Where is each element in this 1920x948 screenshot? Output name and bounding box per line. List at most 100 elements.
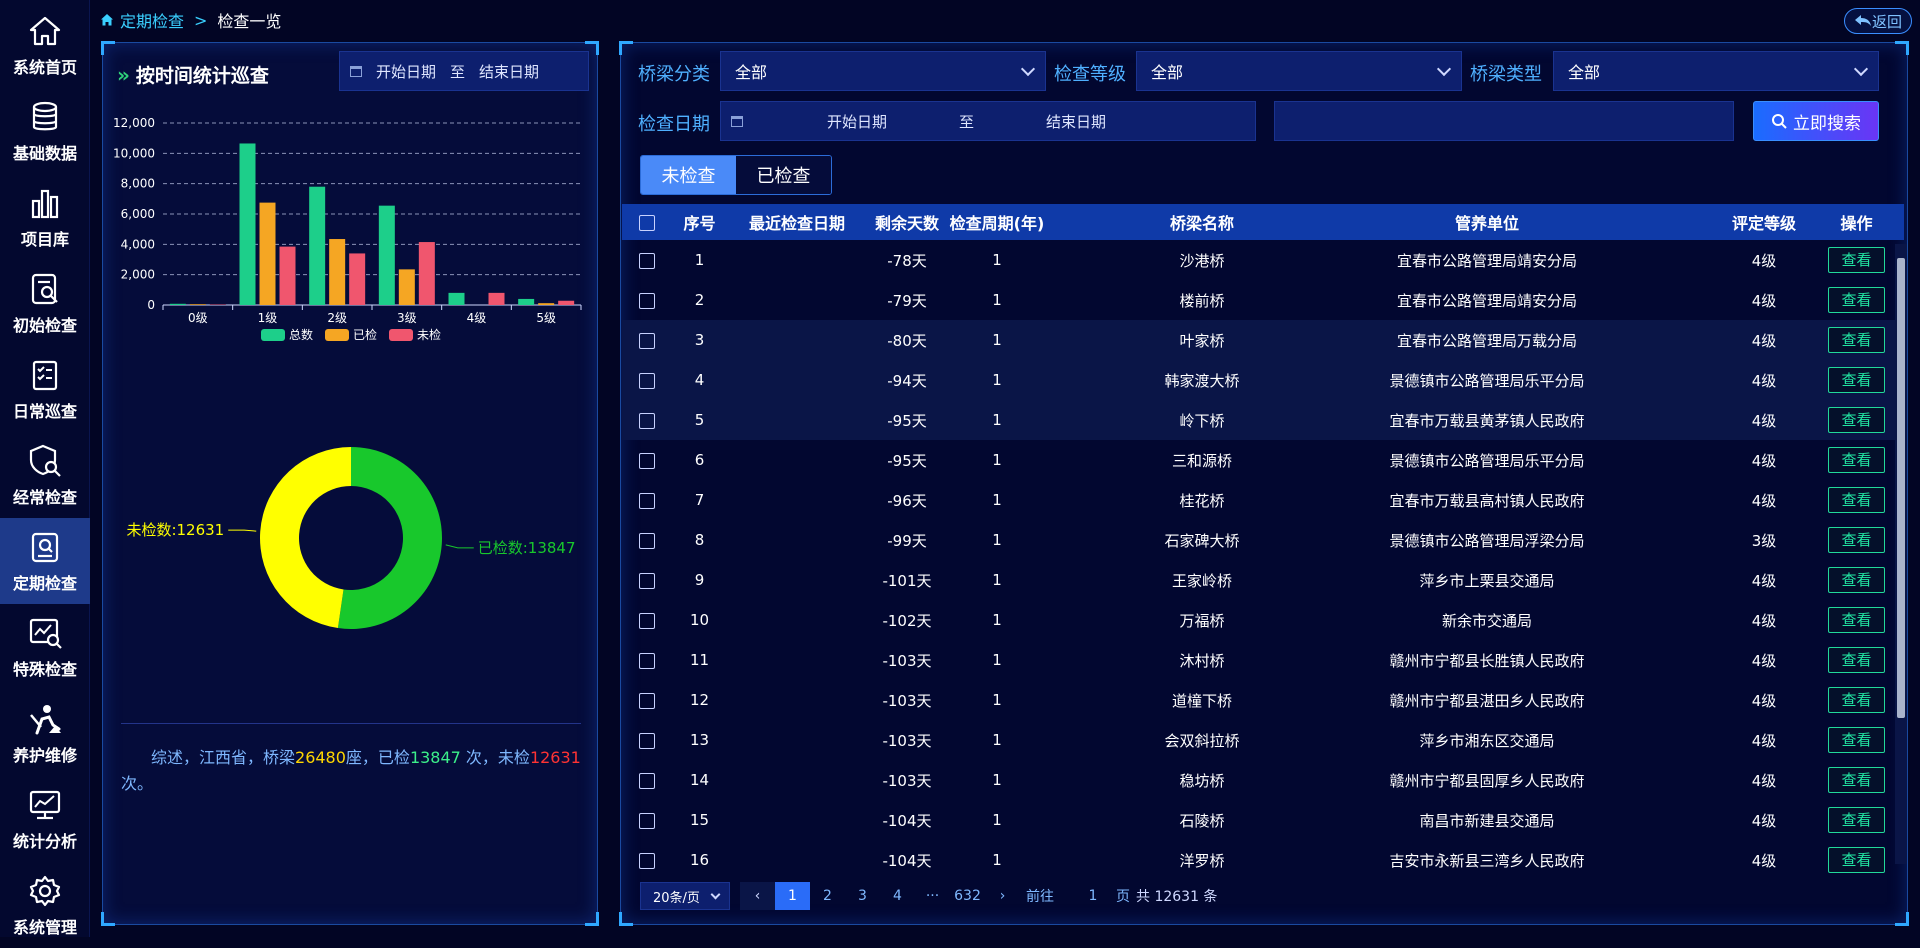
view-button[interactable]: 查看 [1828,407,1885,433]
table-row[interactable]: 16-104天1洋罗桥吉安市永新县三湾乡人民政府4级查看 [622,840,1904,880]
category-select[interactable]: 全部 [720,51,1046,91]
row-unit: 吉安市永新县三湾乡人民政府 [1357,840,1617,880]
sidebar-item-10[interactable]: 系统管理 [0,862,90,948]
page-4[interactable]: 4 [880,882,915,910]
row-checkbox[interactable] [639,573,655,589]
view-button[interactable]: 查看 [1828,567,1885,593]
view-button[interactable]: 查看 [1828,607,1885,633]
row-checkbox[interactable] [639,853,655,869]
sidebar-item-3[interactable]: 初始检查 [0,260,90,346]
table-row[interactable]: 10-102天1万福桥新余市交通局4级查看 [622,600,1904,640]
prev-page-button[interactable]: ‹ [740,882,775,910]
page-3[interactable]: 3 [845,882,880,910]
row-action-cell: 查看 [1809,600,1904,640]
row-checkbox[interactable] [639,413,655,429]
level-label: 检查等级 [1054,60,1126,86]
table-row[interactable]: 14-103天1稳坊桥赣州市宁都县固厚乡人民政府4级查看 [622,760,1904,800]
row-checkbox[interactable] [639,293,655,309]
view-button[interactable]: 查看 [1828,287,1885,313]
view-button[interactable]: 查看 [1828,727,1885,753]
table-row[interactable]: 12-103天1道橦下桥赣州市宁都县湛田乡人民政府4级查看 [622,680,1904,720]
table-row[interactable]: 6-95天1三和源桥景德镇市公路管理局乐平分局4级查看 [622,440,1904,480]
view-button[interactable]: 查看 [1828,807,1885,833]
sidebar-item-8[interactable]: 养护维修 [0,690,90,776]
row-checkbox[interactable] [639,733,655,749]
view-button[interactable]: 查看 [1828,247,1885,273]
table-row[interactable]: 1-78天1沙港桥宜春市公路管理局靖安分局4级查看 [622,240,1904,280]
filter-date-range[interactable]: 开始日期 至 结束日期 [720,101,1256,141]
row-checkbox[interactable] [639,693,655,709]
view-button[interactable]: 查看 [1828,527,1885,553]
y-tick-label: 2,000 [121,268,155,282]
filter-end-date[interactable]: 结束日期 [1046,111,1106,132]
row-cycle: 1 [947,280,1047,320]
sidebar-item-label: 经常检查 [13,484,77,508]
view-button[interactable]: 查看 [1828,367,1885,393]
goto-input[interactable]: 1 [1078,888,1108,904]
sidebar-item-6[interactable]: 定期检查 [0,518,90,604]
tab-checked[interactable]: 已检查 [736,156,831,194]
page-last[interactable]: 632 [950,882,985,910]
home-icon [27,13,63,49]
sidebar-item-4[interactable]: 日常巡查 [0,346,90,432]
sidebar-item-9[interactable]: 统计分析 [0,776,90,862]
inspection-table: 序号 最近检查日期 剩余天数 检查周期(年) 桥梁名称 管养单位 评定等级 操作… [622,204,1904,880]
table-row[interactable]: 8-99天1石家碑大桥景德镇市公路管理局浮梁分局3级查看 [622,520,1904,560]
table-row[interactable]: 9-101天1王家岭桥萍乡市上栗县交通局4级查看 [622,560,1904,600]
table-scrollbar[interactable] [1895,244,1907,864]
table-row[interactable]: 11-103天1沐村桥赣州市宁都县长胜镇人民政府4级查看 [622,640,1904,680]
view-button[interactable]: 查看 [1828,687,1885,713]
table-row[interactable]: 5-95天1岭下桥宜春市万载县黄茅镇人民政府4级查看 [622,400,1904,440]
table-row[interactable]: 2-79天1楼前桥宜春市公路管理局靖安分局4级查看 [622,280,1904,320]
table-row[interactable]: 4-94天1韩家渡大桥景德镇市公路管理局乐平分局4级查看 [622,360,1904,400]
search-button[interactable]: 立即搜索 [1753,101,1879,141]
table-row[interactable]: 15-104天1石陵桥南昌市新建县交通局4级查看 [622,800,1904,840]
row-checkbox[interactable] [639,773,655,789]
row-last-date [727,280,867,320]
page-size-select[interactable]: 20条/页 [640,882,730,910]
row-checkbox[interactable] [639,493,655,509]
stats-start-date[interactable]: 开始日期 [376,61,436,82]
filter-start-date[interactable]: 开始日期 [827,111,887,132]
table-row[interactable]: 13-103天1会双斜拉桥萍乡市湘东区交通局4级查看 [622,720,1904,760]
page-2[interactable]: 2 [810,882,845,910]
row-remaining: -95天 [867,440,947,480]
table-row[interactable]: 7-96天1桂花桥宜春市万载县高村镇人民政府4级查看 [622,480,1904,520]
sidebar-item-7[interactable]: 特殊检查 [0,604,90,690]
keyword-input[interactable] [1274,101,1734,141]
tab-unchecked[interactable]: 未检查 [641,156,736,194]
row-checkbox[interactable] [639,813,655,829]
view-button[interactable]: 查看 [1828,647,1885,673]
page-1[interactable]: 1 [775,882,810,910]
select-all-checkbox[interactable] [639,215,655,231]
view-button[interactable]: 查看 [1828,327,1885,353]
table-row[interactable]: 3-80天1叶家桥宜春市公路管理局万载分局4级查看 [622,320,1904,360]
row-checkbox[interactable] [639,453,655,469]
view-button[interactable]: 查看 [1828,847,1885,873]
row-select-cell [622,760,672,800]
row-checkbox[interactable] [639,253,655,269]
sidebar-item-0[interactable]: 系统首页 [0,2,90,88]
stats-end-date[interactable]: 结束日期 [479,61,539,82]
level-select[interactable]: 全部 [1136,51,1462,91]
sidebar-item-1[interactable]: 基础数据 [0,88,90,174]
view-button[interactable]: 查看 [1828,447,1885,473]
page-ellipsis[interactable]: ··· [915,882,950,910]
breadcrumb-parent-link[interactable]: 定期检查 [120,8,184,32]
view-button[interactable]: 查看 [1828,767,1885,793]
bar-已检 [399,269,415,305]
view-button[interactable]: 查看 [1828,487,1885,513]
sidebar-item-5[interactable]: 经常检查 [0,432,90,518]
row-checkbox[interactable] [639,533,655,549]
row-action-cell: 查看 [1809,320,1904,360]
row-checkbox[interactable] [639,613,655,629]
row-checkbox[interactable] [639,333,655,349]
scrollbar-thumb[interactable] [1897,258,1905,718]
sidebar-item-2[interactable]: 项目库 [0,174,90,260]
row-checkbox[interactable] [639,653,655,669]
row-checkbox[interactable] [639,373,655,389]
stats-date-range[interactable]: 开始日期 至 结束日期 [339,51,589,91]
next-page-button[interactable]: › [985,882,1020,910]
back-button[interactable]: 返回 [1844,8,1912,34]
type-select[interactable]: 全部 [1553,51,1879,91]
